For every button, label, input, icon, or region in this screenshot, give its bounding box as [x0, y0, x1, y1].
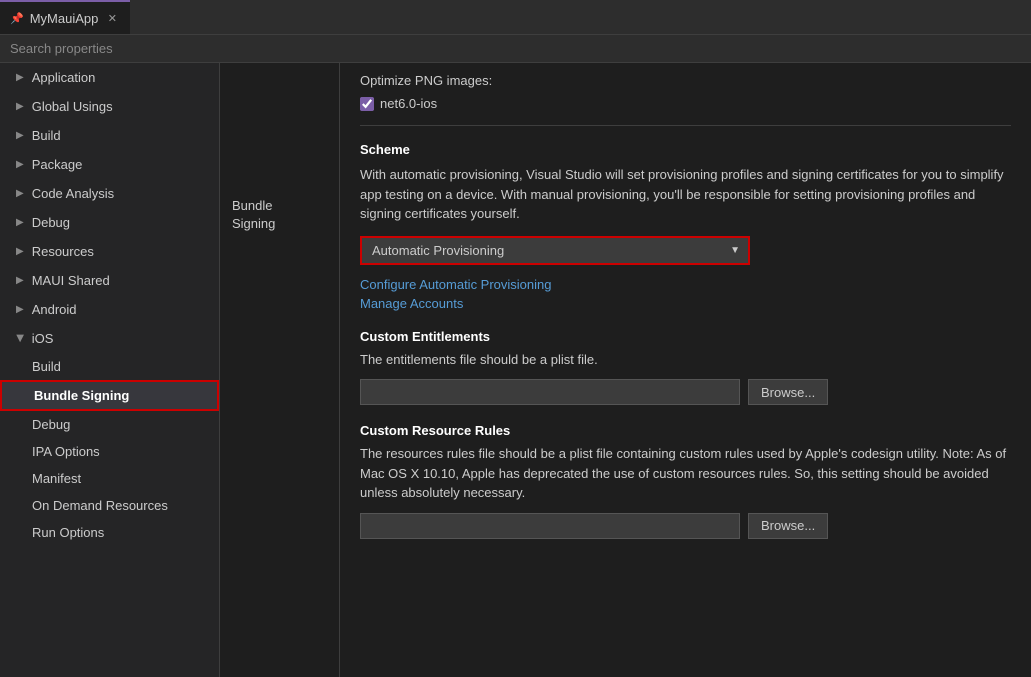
- manage-accounts-link[interactable]: Manage Accounts: [360, 296, 1011, 311]
- ios-debug-label: Debug: [32, 417, 70, 432]
- custom-entitlements-desc: The entitlements file should be a plist …: [360, 350, 1011, 370]
- provisioning-dropdown-wrapper: Automatic Provisioning Manual Provisioni…: [360, 236, 750, 265]
- scheme-title: Scheme: [360, 142, 1011, 157]
- sidebar-item-resources[interactable]: ▶ Resources: [0, 237, 219, 266]
- dropdown-arrow-icon: ▼: [722, 245, 748, 256]
- provisioning-dropdown[interactable]: Automatic Provisioning Manual Provisioni…: [362, 238, 722, 263]
- ios-on-demand-resources-label: On Demand Resources: [32, 498, 168, 513]
- custom-entitlements-section: Custom Entitlements The entitlements fil…: [360, 329, 1011, 406]
- sidebar-item-maui-shared[interactable]: ▶ MAUI Shared: [0, 266, 219, 295]
- active-tab[interactable]: 📌 MyMauiApp ✕: [0, 0, 130, 34]
- sidebar: ▶ Application ▶ Global Usings ▶ Build ▶ …: [0, 63, 220, 677]
- search-bar: [0, 35, 1031, 63]
- custom-resource-rules-section: Custom Resource Rules The resources rule…: [360, 423, 1011, 539]
- resource-rules-browse-button[interactable]: Browse...: [748, 513, 828, 539]
- sidebar-item-code-analysis[interactable]: ▶ Code Analysis: [0, 179, 219, 208]
- net6-ios-checkbox[interactable]: [360, 97, 374, 111]
- arrow-icon: ▶: [14, 335, 25, 343]
- pin-icon: 📌: [10, 12, 24, 25]
- bundle-signing-content: Scheme With automatic provisioning, Visu…: [360, 142, 1011, 559]
- tab-title: MyMauiApp: [30, 11, 99, 26]
- sidebar-item-build[interactable]: ▶ Build: [0, 121, 219, 150]
- sidebar-label: Code Analysis: [32, 186, 114, 201]
- arrow-icon: ▶: [16, 246, 24, 257]
- main-layout: ▶ Application ▶ Global Usings ▶ Build ▶ …: [0, 63, 1031, 677]
- sidebar-item-ios-manifest[interactable]: Manifest: [0, 465, 219, 492]
- right-content: Optimize PNG images: net6.0-ios Scheme W…: [340, 63, 1031, 677]
- label-column: BundleSigning: [220, 63, 340, 677]
- sidebar-item-application[interactable]: ▶ Application: [0, 63, 219, 92]
- custom-resource-rules-desc: The resources rules file should be a pli…: [360, 444, 1011, 503]
- ios-ipa-options-label: IPA Options: [32, 444, 100, 459]
- arrow-icon: ▶: [16, 159, 24, 170]
- arrow-icon: ▶: [16, 217, 24, 228]
- arrow-icon: ▶: [16, 72, 24, 83]
- top-section: Optimize PNG images: net6.0-ios: [360, 63, 1011, 126]
- sidebar-label: Package: [32, 157, 83, 172]
- entitlements-file-input[interactable]: [360, 379, 740, 405]
- net6-ios-label: net6.0-ios: [380, 96, 437, 111]
- content-area: BundleSigning Optimize PNG images: net6.…: [220, 63, 1031, 677]
- sidebar-item-android[interactable]: ▶ Android: [0, 295, 219, 324]
- ios-manifest-label: Manifest: [32, 471, 81, 486]
- scheme-desc: With automatic provisioning, Visual Stud…: [360, 165, 1011, 224]
- sidebar-item-ios-bundle-signing[interactable]: Bundle Signing: [0, 380, 219, 411]
- resource-rules-input-row: Browse...: [360, 513, 1011, 539]
- sidebar-item-package[interactable]: ▶ Package: [0, 150, 219, 179]
- arrow-icon: ▶: [16, 275, 24, 286]
- sidebar-label: Build: [32, 128, 61, 143]
- arrow-icon: ▶: [16, 101, 24, 112]
- sidebar-item-ios-run-options[interactable]: Run Options: [0, 519, 219, 546]
- tab-bar: 📌 MyMauiApp ✕: [0, 0, 1031, 35]
- sidebar-item-ios-ipa-options[interactable]: IPA Options: [0, 438, 219, 465]
- resource-rules-file-input[interactable]: [360, 513, 740, 539]
- sidebar-item-debug[interactable]: ▶ Debug: [0, 208, 219, 237]
- sidebar-label: MAUI Shared: [32, 273, 110, 288]
- optimize-png-text: Optimize PNG images:: [360, 73, 1011, 88]
- entitlements-input-row: Browse...: [360, 379, 1011, 405]
- ios-build-label: Build: [32, 359, 61, 374]
- sidebar-item-ios-debug[interactable]: Debug: [0, 411, 219, 438]
- search-input[interactable]: [10, 41, 1021, 56]
- sidebar-item-ios-build[interactable]: Build: [0, 353, 219, 380]
- configure-automatic-provisioning-link[interactable]: Configure Automatic Provisioning: [360, 277, 1011, 292]
- ios-bundle-signing-label: Bundle Signing: [34, 388, 129, 403]
- entitlements-browse-button[interactable]: Browse...: [748, 379, 828, 405]
- sidebar-label: Global Usings: [32, 99, 113, 114]
- arrow-icon: ▶: [16, 130, 24, 141]
- sidebar-label: iOS: [32, 331, 54, 346]
- checkbox-row: net6.0-ios: [360, 96, 1011, 111]
- sidebar-label: Android: [32, 302, 77, 317]
- arrow-icon: ▶: [16, 188, 24, 199]
- ios-run-options-label: Run Options: [32, 525, 104, 540]
- custom-entitlements-title: Custom Entitlements: [360, 329, 1011, 344]
- custom-resource-rules-title: Custom Resource Rules: [360, 423, 1011, 438]
- arrow-icon: ▶: [16, 304, 24, 315]
- sidebar-item-global-usings[interactable]: ▶ Global Usings: [0, 92, 219, 121]
- sidebar-label: Application: [32, 70, 96, 85]
- sidebar-label: Resources: [32, 244, 94, 259]
- tab-close-button[interactable]: ✕: [104, 10, 120, 26]
- bundle-signing-label: BundleSigning: [232, 193, 327, 233]
- sidebar-item-ios-on-demand-resources[interactable]: On Demand Resources: [0, 492, 219, 519]
- sidebar-item-ios[interactable]: ▶ iOS: [0, 324, 219, 353]
- sidebar-label: Debug: [32, 215, 70, 230]
